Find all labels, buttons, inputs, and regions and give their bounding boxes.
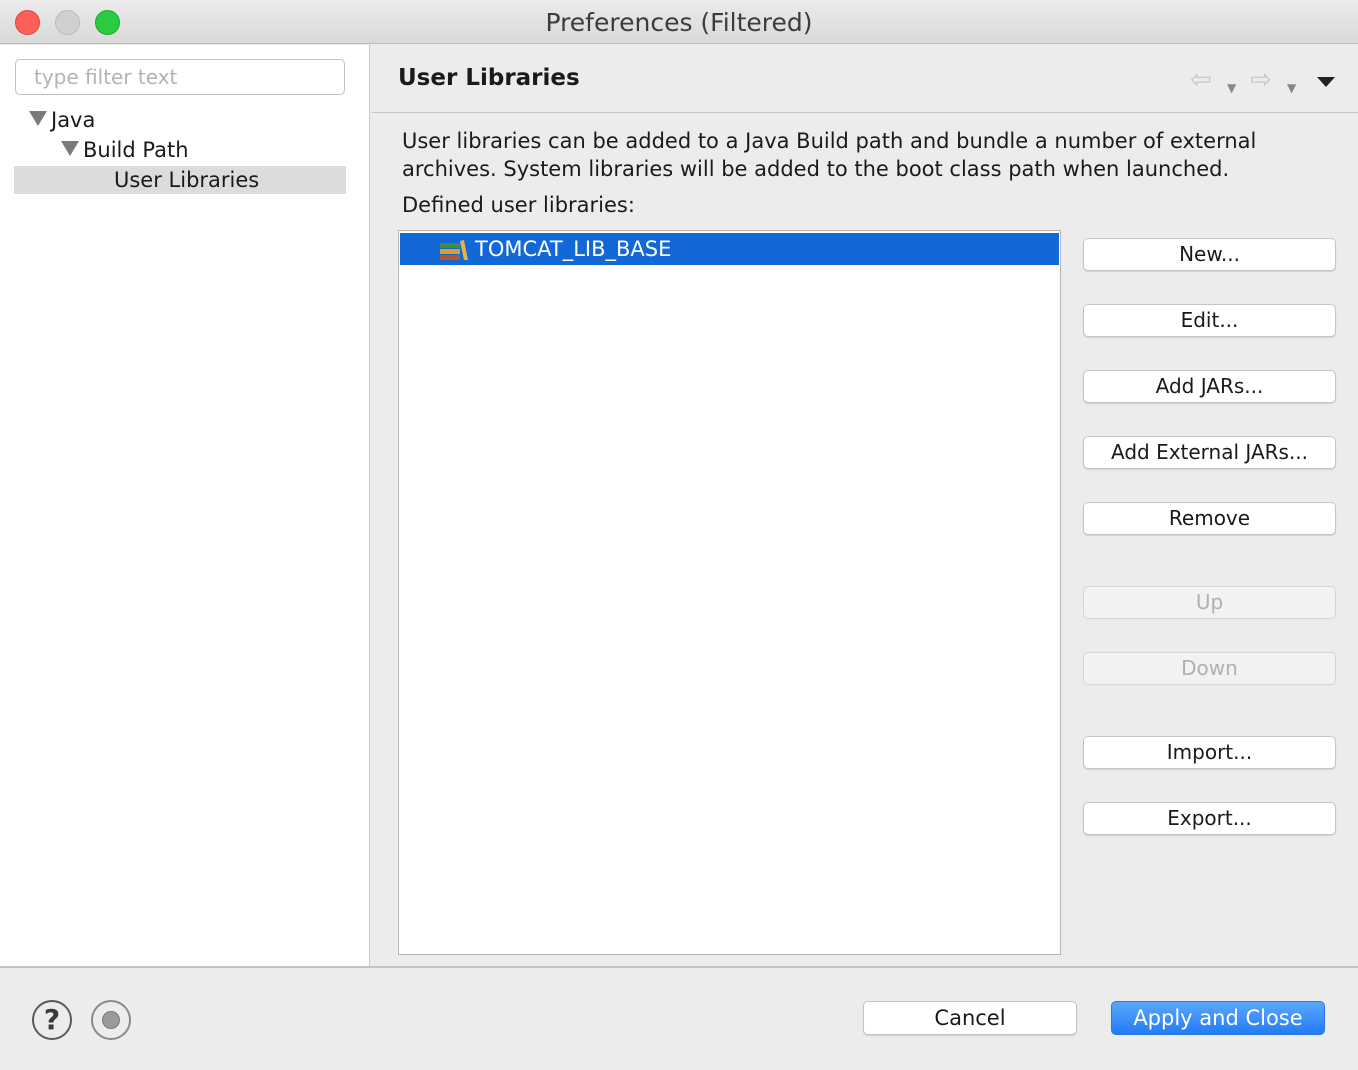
tree-item-java[interactable]: Java	[29, 106, 95, 134]
library-icon	[440, 240, 468, 260]
tree-item-label: Build Path	[83, 138, 189, 162]
page-header: User Libraries ⇦ ▼ ⇨ ▼	[372, 45, 1358, 113]
new-button[interactable]: New...	[1083, 238, 1336, 271]
user-libraries-list[interactable]: TOMCAT_LIB_BASE	[398, 230, 1061, 955]
apply-and-close-button[interactable]: Apply and Close	[1111, 1001, 1325, 1035]
tree-item-build-path[interactable]: Build Path	[61, 136, 189, 164]
tree-item-user-libraries[interactable]: User Libraries	[114, 166, 259, 194]
record-dot-icon	[102, 1011, 120, 1029]
title-bar[interactable]: Preferences (Filtered)	[0, 0, 1358, 44]
list-item[interactable]: TOMCAT_LIB_BASE	[400, 233, 1059, 265]
import-button[interactable]: Import...	[1083, 736, 1336, 769]
preference-tree-pane: Java Build Path User Libraries	[0, 45, 370, 966]
back-arrow-icon[interactable]: ⇦	[1190, 67, 1212, 93]
preferences-window: Preferences (Filtered) Java Build Path U…	[0, 0, 1358, 1070]
up-button[interactable]: Up	[1083, 586, 1336, 619]
description-line: User libraries can be added to a Java Bu…	[402, 129, 1257, 153]
expand-triangle-icon[interactable]	[61, 141, 79, 156]
library-name: TOMCAT_LIB_BASE	[475, 237, 672, 261]
forward-history-dropdown-icon[interactable]: ▼	[1287, 75, 1296, 101]
dialog-button-bar: ? Cancel Apply and Close	[0, 966, 1358, 1070]
add-external-jars-button[interactable]: Add External JARs...	[1083, 436, 1336, 469]
tree-item-label: Java	[51, 108, 96, 132]
record-macro-icon[interactable]	[91, 1000, 131, 1040]
forward-arrow-icon[interactable]: ⇨	[1250, 67, 1272, 93]
export-button[interactable]: Export...	[1083, 802, 1336, 835]
filter-input[interactable]	[15, 59, 345, 95]
page-title: User Libraries	[398, 65, 580, 91]
page-description: User libraries can be added to a Java Bu…	[402, 127, 1302, 183]
expand-triangle-icon[interactable]	[29, 111, 47, 126]
libraries-list-label: Defined user libraries:	[402, 193, 635, 217]
back-history-dropdown-icon[interactable]: ▼	[1227, 75, 1236, 101]
remove-button[interactable]: Remove	[1083, 502, 1336, 535]
add-jars-button[interactable]: Add JARs...	[1083, 370, 1336, 403]
edit-button[interactable]: Edit...	[1083, 304, 1336, 337]
window-title: Preferences (Filtered)	[545, 8, 813, 37]
down-button[interactable]: Down	[1083, 652, 1336, 685]
description-line: archives. System libraries will be added…	[402, 157, 1230, 181]
help-icon[interactable]: ?	[32, 1000, 72, 1040]
preference-page: User Libraries ⇦ ▼ ⇨ ▼ User libraries ca…	[372, 45, 1358, 966]
view-menu-icon[interactable]	[1317, 77, 1335, 87]
cancel-button[interactable]: Cancel	[863, 1001, 1077, 1035]
